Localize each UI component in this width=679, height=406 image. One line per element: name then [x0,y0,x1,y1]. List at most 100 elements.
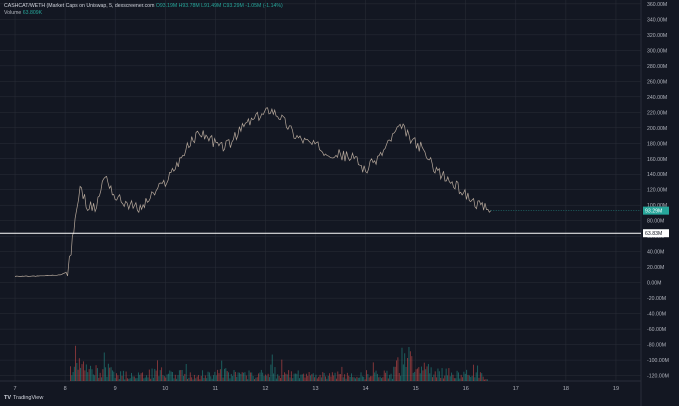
volume-bar [213,375,214,381]
volume-bar [433,374,435,381]
volume-bar [77,369,79,381]
volume-bar [226,371,228,381]
y-tick-label: 180.00M [647,141,667,147]
volume-bar [128,378,130,381]
volume-bar [191,377,193,381]
volume-bar [203,378,205,381]
volume-bar [228,372,229,381]
tradingview-logo[interactable]: TV TradingView [4,395,43,401]
volume-bar [408,347,410,381]
tradingview-mark-icon: TV [4,395,12,401]
volume-bar [85,364,87,381]
volume-bar [155,370,157,381]
volume-bar [401,347,403,381]
volume-bar [121,375,123,381]
legend-ohlc: O93.19M H93.78M L91.49M C93.29M -1.05M (… [155,3,283,9]
volume-bar [361,376,363,381]
volume-bar [275,378,277,381]
volume-bar [199,379,201,381]
volume-bar [245,375,247,381]
volume-bar [202,370,204,381]
volume-bar [382,377,384,381]
volume-bar [475,372,477,381]
volume-bar [482,376,484,381]
volume-bar [184,373,186,381]
volume-bar [293,373,295,381]
volume-bar [80,367,82,381]
volume-bar [192,379,194,381]
volume-bar [117,375,119,381]
volume-bar [364,379,366,381]
volume-bar [239,372,240,381]
volume-bar [322,372,324,381]
volume-bar [180,370,182,381]
x-tick-label: 9 [114,386,117,392]
volume-bar [274,367,276,381]
volume-bar [120,371,122,381]
volume-bar [237,372,239,381]
volume-bar [342,377,344,381]
y-tick-label: 320.00M [647,33,667,39]
y-tick-label: -100.00M [647,358,669,364]
volume-bar [340,374,341,381]
volume-bar [360,372,362,381]
volume-bar [118,378,120,381]
volume-bar [468,375,470,381]
volume-bar [471,375,473,381]
volume-bar [344,374,346,381]
volume-bar [139,374,141,381]
volume-bar [372,362,374,381]
legend-symbol[interactable]: CASHCAT/WETH (Market Caps on Uniswap, 5,… [4,3,154,9]
volume-bar [479,372,481,381]
volume-bar [259,372,261,381]
volume-bar [158,376,160,381]
volume-bar [299,378,301,381]
volume-bar [185,363,187,381]
volume-bar [204,375,206,381]
volume-bar [229,378,231,381]
volume-bar [147,377,149,381]
volume-bar [173,378,175,381]
volume-bar [135,378,137,381]
chart-legend: CASHCAT/WETH (Market Caps on Uniswap, 5,… [4,3,283,17]
volume-bar [368,377,370,381]
volume-bar [174,374,176,381]
legend-volume-value: 63.809K [22,10,43,16]
volume-bar [161,367,163,381]
volume-bar [248,370,250,381]
volume-bar [207,371,209,381]
volume-bar [140,373,142,381]
volume-bar [366,370,367,381]
volume-bar [144,377,146,381]
volume-bar [232,375,234,381]
volume-bar [301,374,303,381]
volume-bar [103,352,105,381]
volume-bar [304,377,306,381]
x-tick-label: 14 [363,386,369,392]
chart-window[interactable]: 360.00M 340.00M 320.00M 300.00M 280.00M 260.0… [0,0,679,406]
volume-bar [266,375,268,381]
volume-bar [82,361,84,381]
volume-bar [370,376,372,381]
volume-bar [427,364,429,381]
volume-bar [463,371,465,381]
volume-bar [442,378,444,381]
volume-bar [452,374,454,381]
volume-bar [334,372,336,381]
volume-bar [421,366,423,381]
volume-bar [352,377,354,381]
volume-bar [402,364,404,381]
volume-bar [254,379,255,381]
volume-bar [367,373,369,381]
volume-bar [312,373,314,381]
y-tick-label: 260.00M [647,79,667,85]
volume-bar [72,372,74,381]
volume-bar [251,372,253,381]
volume-bar [210,376,212,381]
volume-bar [163,376,165,381]
volume-bar [295,373,296,381]
y-tick-label: 0.00M [647,281,661,287]
volume-bar [329,373,331,381]
volume-bar [152,377,154,381]
price-chart[interactable]: 360.00M 340.00M 320.00M 300.00M 280.00M 260.0… [0,0,679,406]
